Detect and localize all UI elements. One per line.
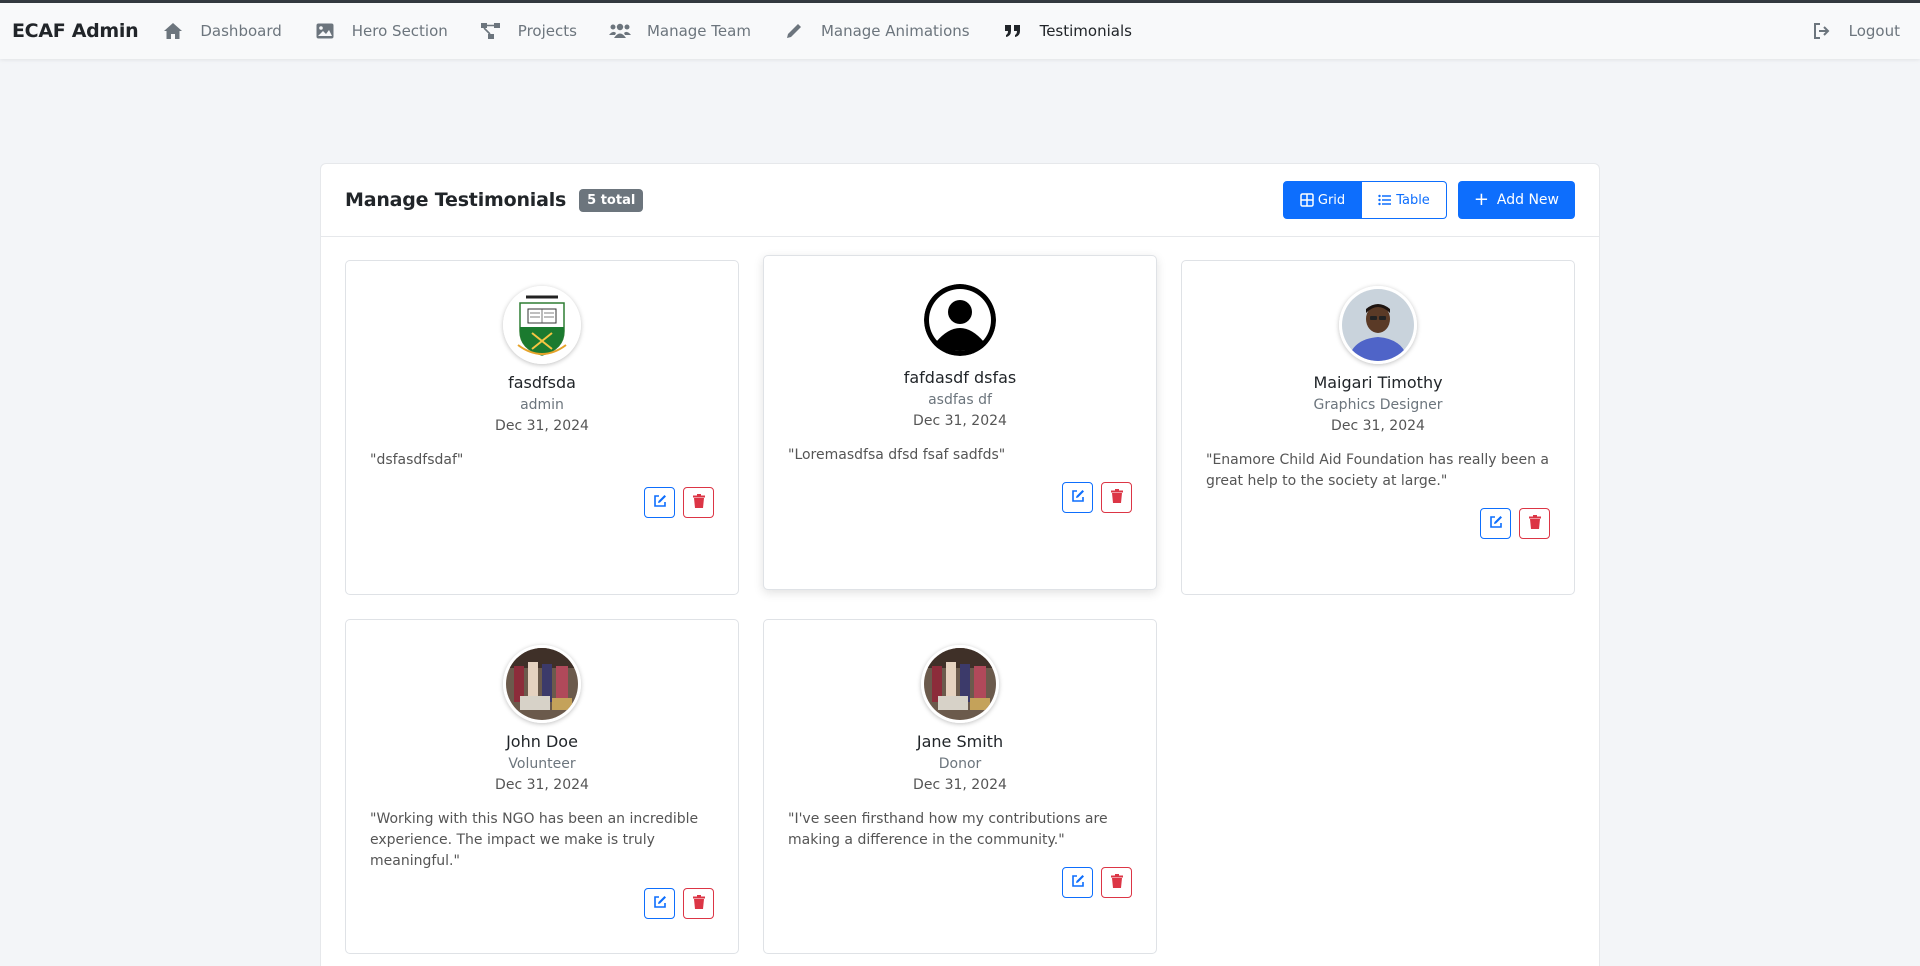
- view-toggle: Grid Table: [1282, 181, 1447, 219]
- sign-out-icon: [1811, 21, 1833, 41]
- nav-label: Manage Animations: [820, 22, 970, 40]
- nav-item-dashboard[interactable]: Dashboard: [162, 21, 282, 41]
- grid-icon: [1300, 193, 1314, 207]
- logout-label: Logout: [1848, 22, 1900, 40]
- testimonial-quote: "dsfasdfsdaf": [370, 452, 464, 468]
- edit-icon: [1489, 514, 1503, 533]
- table-view-button[interactable]: Table: [1362, 181, 1447, 219]
- trash-icon: [1110, 873, 1123, 892]
- users-icon: [608, 21, 631, 41]
- nav-label: Testimonials: [1039, 22, 1132, 40]
- plus-icon: +: [1473, 189, 1489, 210]
- home-icon: [162, 21, 184, 41]
- testimonial-quote: "I've seen firsthand how my contribution…: [788, 811, 1108, 848]
- testimonial-role: asdfas df: [928, 392, 992, 408]
- edit-icon: [1071, 488, 1085, 507]
- nav-item-manage-team[interactable]: Manage Team: [608, 21, 751, 41]
- pencil-icon: [783, 21, 805, 41]
- avatar: [1339, 286, 1417, 364]
- grid-label: Grid: [1317, 192, 1346, 208]
- testimonial-role: admin: [520, 397, 564, 413]
- testimonial-card: John Doe Volunteer Dec 31, 2024 "Working…: [345, 619, 739, 954]
- testimonial-quote: "Loremasdfsa dfsd fsaf sadfds": [788, 447, 1006, 463]
- image-icon: [314, 21, 336, 41]
- testimonial-card: fasdfsda admin Dec 31, 2024 "dsfasdfsdaf…: [345, 260, 739, 595]
- total-badge: 5 total: [579, 188, 644, 212]
- delete-button[interactable]: [1101, 482, 1132, 513]
- nav-item-projects[interactable]: Projects: [480, 21, 577, 41]
- testimonial-card: Jane Smith Donor Dec 31, 2024 "I've seen…: [763, 619, 1157, 954]
- testimonial-name: fasdfsda: [508, 373, 576, 392]
- testimonial-date: Dec 31, 2024: [495, 777, 589, 793]
- testimonial-role: Volunteer: [508, 756, 576, 772]
- testimonial-quote: "Working with this NGO has been an incre…: [370, 811, 699, 869]
- nav-item-hero-section[interactable]: Hero Section: [314, 21, 448, 41]
- trash-icon: [1110, 488, 1123, 507]
- trash-icon: [692, 894, 705, 913]
- nav-item-testimonials[interactable]: Testimonials: [1002, 21, 1132, 41]
- testimonial-name: Maigari Timothy: [1313, 373, 1443, 392]
- edit-button[interactable]: [1480, 508, 1511, 539]
- project-diagram-icon: [480, 21, 502, 41]
- testimonial-date: Dec 31, 2024: [913, 413, 1007, 429]
- panel-header: Manage Testimonials 5 total Grid Table +…: [321, 164, 1599, 237]
- add-new-button[interactable]: + Add New: [1457, 181, 1575, 219]
- card-actions: [1206, 508, 1550, 539]
- brand-logo[interactable]: ECAF Admin: [12, 20, 139, 42]
- nav-right: Logout: [1811, 21, 1900, 41]
- edit-icon: [653, 894, 667, 913]
- avatar: [921, 281, 999, 359]
- delete-button[interactable]: [1101, 867, 1132, 898]
- nav-label: Hero Section: [351, 22, 448, 40]
- card-actions: [788, 867, 1132, 898]
- testimonial-role: Donor: [938, 756, 982, 772]
- testimonial-role: Graphics Designer: [1313, 397, 1443, 413]
- testimonial-date: Dec 31, 2024: [1331, 418, 1425, 434]
- edit-button[interactable]: [1062, 482, 1093, 513]
- table-label: Table: [1396, 192, 1430, 208]
- nav-item-manage-animations[interactable]: Manage Animations: [783, 21, 970, 41]
- avatar: [503, 286, 581, 364]
- nav-label: Dashboard: [200, 22, 282, 40]
- testimonial-date: Dec 31, 2024: [495, 418, 589, 434]
- logout-link[interactable]: Logout: [1811, 21, 1900, 41]
- page-title: Manage Testimonials: [345, 189, 567, 211]
- edit-icon: [653, 493, 667, 512]
- avatar: [503, 645, 581, 723]
- edit-icon: [1071, 873, 1085, 892]
- delete-button[interactable]: [1519, 508, 1550, 539]
- trash-icon: [692, 493, 705, 512]
- quote-icon: [1002, 21, 1024, 41]
- nav-label: Projects: [517, 22, 577, 40]
- delete-button[interactable]: [683, 487, 714, 518]
- navbar: ECAF Admin Dashboard Hero Section Projec…: [0, 3, 1920, 59]
- grid-view-button[interactable]: Grid: [1282, 181, 1363, 219]
- card-actions: [370, 487, 714, 518]
- testimonial-name: fafdasdf dsfas: [903, 368, 1017, 387]
- card-actions: [370, 888, 714, 919]
- add-new-label: Add New: [1496, 192, 1559, 208]
- avatar: [921, 645, 999, 723]
- nav-label: Manage Team: [646, 22, 751, 40]
- testimonial-card: fafdasdf dsfas asdfas df Dec 31, 2024 "L…: [763, 255, 1157, 590]
- delete-button[interactable]: [683, 888, 714, 919]
- testimonial-name: Jane Smith: [916, 732, 1004, 751]
- testimonial-card: Maigari Timothy Graphics Designer Dec 31…: [1181, 260, 1575, 595]
- edit-button[interactable]: [644, 487, 675, 518]
- testimonial-name: John Doe: [506, 732, 578, 751]
- testimonial-date: Dec 31, 2024: [913, 777, 1007, 793]
- list-icon: [1378, 194, 1392, 206]
- trash-icon: [1528, 514, 1541, 533]
- edit-button[interactable]: [644, 888, 675, 919]
- testimonial-quote: "Enamore Child Aid Foundation has really…: [1206, 452, 1549, 489]
- edit-button[interactable]: [1062, 867, 1093, 898]
- card-actions: [788, 482, 1132, 513]
